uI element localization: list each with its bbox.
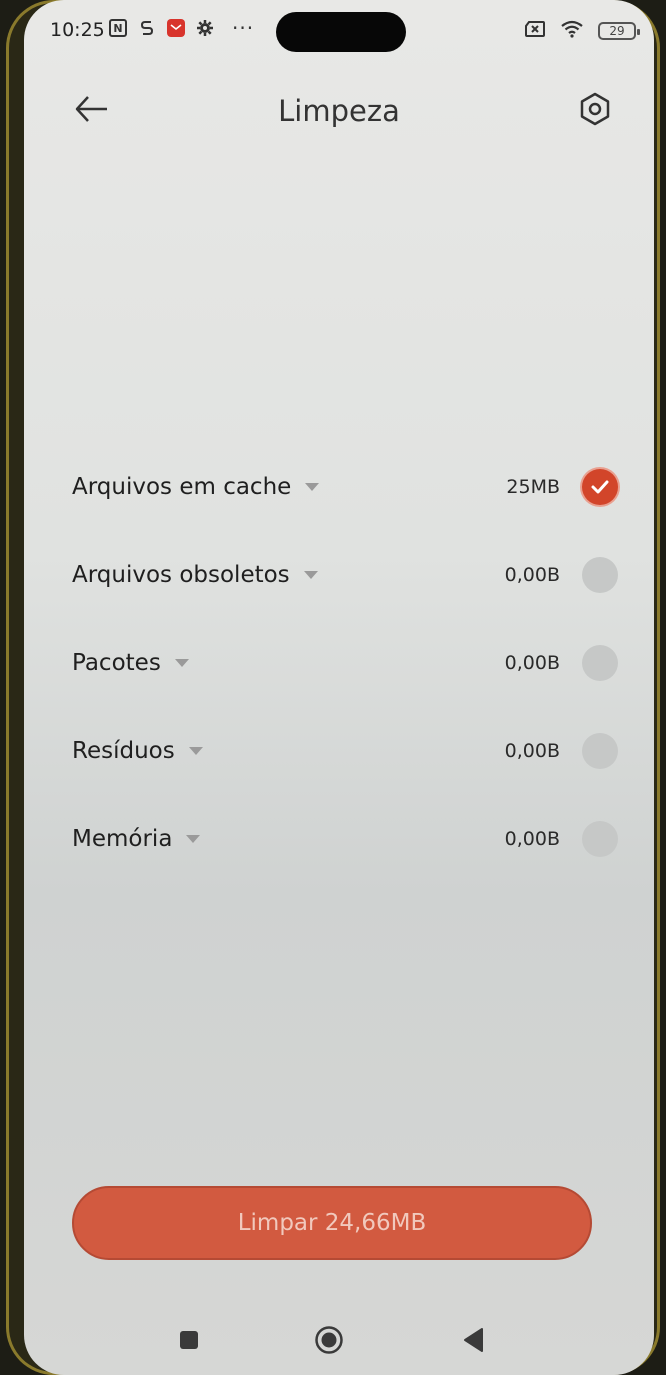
cleanup-list: Arquivos em cache 25MB Arquivos obsoleto… — [62, 443, 622, 883]
circle-icon — [315, 1326, 343, 1354]
item-label: Pacotes — [72, 650, 161, 676]
cleanup-item-residues[interactable]: Resíduos 0,00B — [62, 707, 622, 795]
nfc-icon: N — [109, 19, 127, 37]
item-checkbox[interactable] — [582, 821, 618, 857]
nav-back-button[interactable] — [452, 1312, 496, 1368]
item-size: 0,00B — [504, 740, 560, 762]
item-checkbox[interactable] — [582, 469, 618, 505]
s-app-icon — [137, 18, 157, 38]
item-checkbox[interactable] — [582, 645, 618, 681]
status-bar: 10:25 N ··· 29 — [24, 0, 654, 62]
settings-button[interactable] — [570, 84, 620, 134]
item-size: 0,00B — [504, 828, 560, 850]
chevron-down-icon[interactable] — [305, 483, 320, 491]
chevron-down-icon[interactable] — [303, 571, 318, 579]
clean-button[interactable]: Limpar 24,66MB — [72, 1186, 592, 1260]
app-header: Limpeza — [24, 70, 654, 154]
mail-app-icon — [167, 19, 185, 37]
status-left-icons: N — [109, 18, 215, 38]
cleanup-item-packages[interactable]: Pacotes 0,00B — [62, 619, 622, 707]
cleanup-item-obsolete[interactable]: Arquivos obsoletos 0,00B — [62, 531, 622, 619]
page-title: Limpeza — [278, 94, 400, 128]
item-size: 25MB — [506, 476, 560, 498]
status-right-icons: 29 — [524, 20, 640, 42]
square-icon — [180, 1331, 198, 1349]
chevron-down-icon[interactable] — [188, 747, 203, 755]
item-checkbox[interactable] — [582, 733, 618, 769]
navigation-bar — [24, 1312, 654, 1372]
chevron-down-icon[interactable] — [186, 835, 201, 843]
item-label: Memória — [72, 826, 173, 852]
chevron-down-icon[interactable] — [174, 659, 189, 667]
battery-icon: 29 — [598, 22, 640, 40]
home-button[interactable] — [307, 1312, 351, 1368]
item-label: Arquivos em cache — [72, 474, 292, 500]
more-notifications-indicator: ··· — [232, 16, 255, 40]
recents-button[interactable] — [167, 1312, 211, 1368]
status-time: 10:25 — [50, 19, 105, 41]
item-label: Arquivos obsoletos — [72, 562, 290, 588]
sim-icon — [524, 20, 546, 42]
camera-notch — [276, 12, 406, 52]
wifi-icon — [560, 20, 584, 42]
battery-level: 29 — [609, 24, 625, 38]
item-size: 0,00B — [504, 564, 560, 586]
checkmark-icon — [591, 480, 609, 494]
gear-icon — [195, 18, 215, 38]
cleanup-item-memory[interactable]: Memória 0,00B — [62, 795, 622, 883]
item-label: Resíduos — [72, 738, 175, 764]
triangle-back-icon — [464, 1328, 483, 1352]
screen: 10:25 N ··· 29 Limpeza Arquivos em cache… — [24, 0, 654, 1375]
phone-frame: 10:25 N ··· 29 Limpeza Arquivos em cache… — [6, 0, 660, 1375]
item-size: 0,00B — [504, 652, 560, 674]
cleanup-item-cache[interactable]: Arquivos em cache 25MB — [62, 443, 622, 531]
item-checkbox[interactable] — [582, 557, 618, 593]
hexagon-settings-icon — [580, 92, 610, 126]
